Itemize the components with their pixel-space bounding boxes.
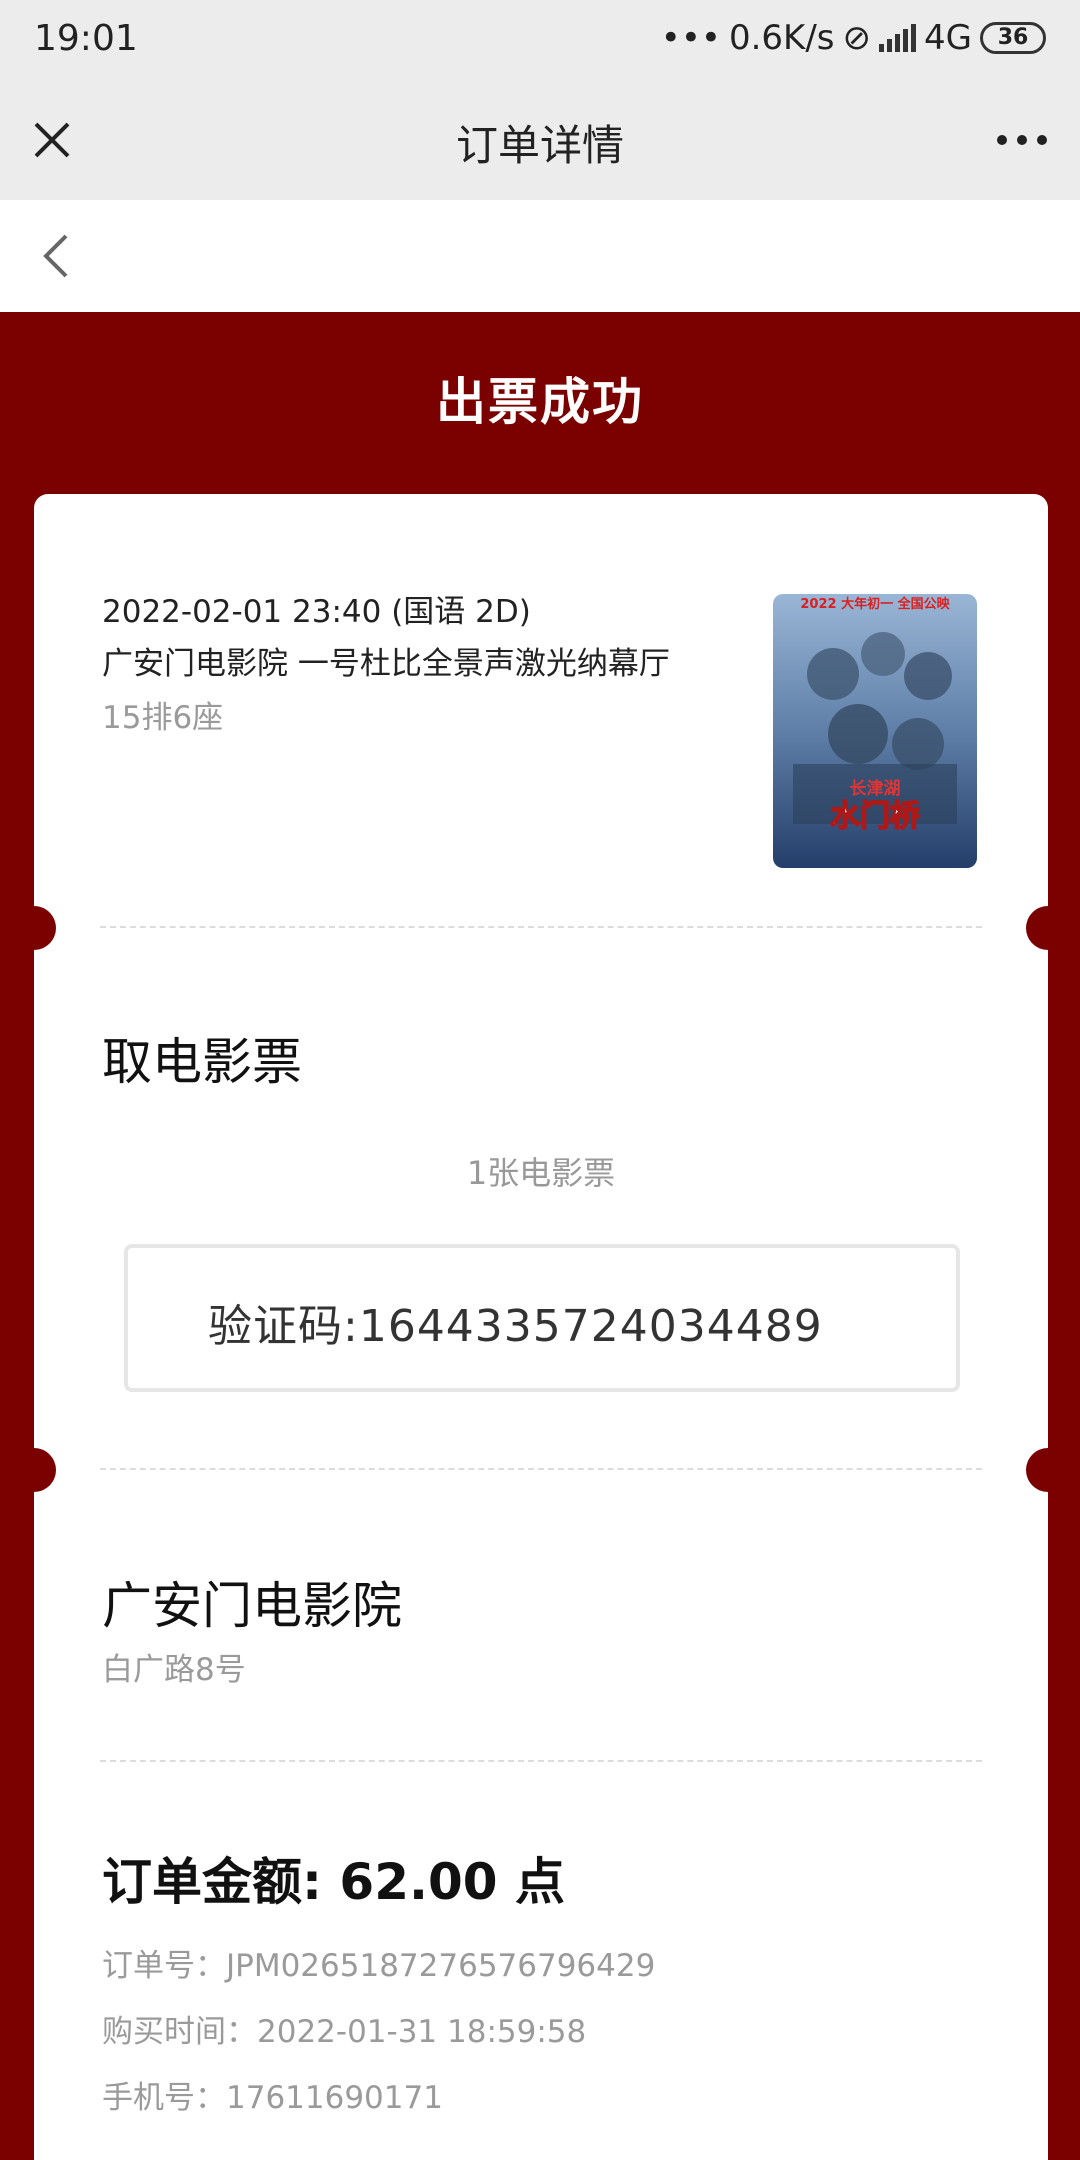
status-bar: 19:01 ••• 0.6K/s ⊘ 4G 36 [0,0,1080,80]
ticket-notch-right [1026,906,1070,950]
battery-icon: 36 [980,22,1046,54]
ticket-notch-right [1026,1448,1070,1492]
divider [100,1760,982,1762]
order-number: 订单号：JPM0265187276576796429 [102,1940,655,1985]
order-number-label: 订单号： [102,1948,226,1984]
link-icon: ⊘ [842,18,872,58]
status-time: 19:01 [34,18,138,59]
more-dots-icon: ••• [660,18,721,58]
ticket-notch-left [12,906,56,950]
verification-code-value: 1644335724034489 [358,1301,823,1352]
verification-code: 验证码:1644335724034489 [208,1290,823,1354]
cinema-name: 广安门电影院 [102,1577,402,1635]
cinema-hall: 广安门电影院 一号杜比全景声激光纳幕厅 [102,646,670,682]
verification-code-label: 验证码: [208,1301,359,1352]
status-indicators: ••• 0.6K/s ⊘ 4G 36 [661,18,1046,58]
purchase-time: 购买时间：2022-01-31 18:59:58 [102,2006,586,2051]
page-title: 订单详情 [455,121,624,170]
network-speed: 0.6K/s [728,18,835,58]
signal-icon [879,24,917,52]
order-status-banner: 出票成功 [0,312,1080,494]
poster-subtitle: 长津湖 [850,778,901,799]
cinema-address: 白广路8号 [102,1652,246,1688]
order-amount: 订单金额: 62.00 点 [102,1842,565,1914]
divider [100,1468,982,1470]
order-amount-unit: 点 [514,1853,565,1911]
seat-info: 15排6座 [102,700,224,736]
order-amount-label: 订单金额 [102,1853,302,1911]
divider [100,926,982,928]
ticket-notch-left [12,1448,56,1492]
poster-title: 水门桥 [830,799,920,834]
verification-code-box: 验证码:1644335724034489 [124,1244,960,1392]
phone-number-label: 手机号： [102,2080,226,2116]
poster-top-text: 2022 大年初一 全国公映 [800,596,950,612]
phone-number: 手机号：17611690171 [102,2072,443,2117]
network-type: 4G [924,18,972,58]
order-amount-separator: : [302,1853,340,1911]
order-number-value: JPM0265187276576796429 [226,1948,656,1984]
nav-bar [0,200,1080,312]
order-amount-value: 62.00 [339,1853,498,1911]
more-icon[interactable] [992,116,1052,164]
purchase-time-value: 2022-01-31 18:59:58 [257,2014,587,2050]
showtime: 2022-02-01 23:40 (国语 2D) [102,594,531,630]
order-status: 出票成功 [436,373,644,431]
ticket-count: 1张电影票 [466,1154,616,1192]
phone-number-value: 17611690171 [226,2080,443,2116]
ticket-card: 2022-02-01 23:40 (国语 2D) 广安门电影院 一号杜比全景声激… [12,494,1070,2160]
back-icon[interactable] [38,230,78,282]
purchase-time-label: 购买时间： [102,2014,257,2050]
pickup-heading: 取电影票 [102,1033,302,1091]
movie-poster[interactable]: 2022 大年初一 全国公映 长津湖 水门桥 [773,594,977,868]
title-bar: 订单详情 [0,80,1080,200]
